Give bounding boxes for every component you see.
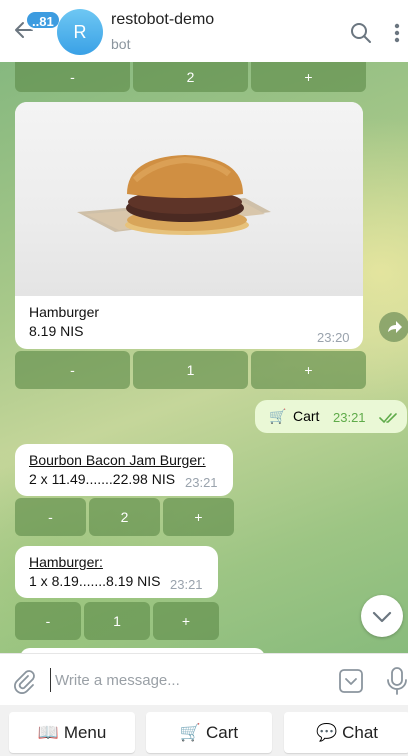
quantity-button[interactable]: 1 (133, 351, 248, 389)
share-icon (388, 321, 402, 333)
bot-keyboard-toggle[interactable] (338, 668, 364, 694)
decrease-button[interactable]: - (15, 498, 86, 536)
quantity-button[interactable]: 2 (133, 62, 248, 92)
book-icon: 📖 (37, 722, 59, 742)
voice-button[interactable] (386, 666, 408, 696)
cart-button[interactable]: 🛒 Cart (146, 712, 272, 753)
chat-button[interactable]: 💬 Chat (284, 712, 408, 753)
message-time: 23:20 (317, 330, 350, 345)
cart-item-message[interactable]: Bourbon Bacon Jam Burger: 2 x 11.49.....… (15, 444, 233, 496)
cart-icon: 🛒 (179, 722, 202, 742)
inline-keyboard-top: - 2 + (15, 62, 366, 92)
menu-button[interactable]: 📖 Menu (9, 712, 135, 753)
increase-button[interactable]: + (251, 351, 366, 389)
chat-subtitle: bot (111, 36, 131, 52)
message-composer (0, 653, 408, 705)
search-button[interactable] (348, 20, 374, 46)
attach-button[interactable] (11, 668, 37, 694)
inline-keyboard-item-1: - 2 + (15, 498, 234, 536)
cart-emoji-icon: 🛒 (269, 408, 287, 424)
unread-badge: ..81 (25, 10, 61, 30)
search-icon (351, 23, 371, 43)
more-vertical-icon (394, 23, 400, 43)
message-time: 23:21 (185, 475, 218, 490)
chat-title[interactable]: restobot-demo (111, 11, 214, 29)
chat-area[interactable]: - 2 + Hamburger 8.19 NIS 23:20 - 1 + 🛒 C… (0, 62, 408, 653)
quantity-button[interactable]: 2 (89, 498, 160, 536)
cart-item-title: Bourbon Bacon Jam Burger: (29, 452, 206, 468)
avatar[interactable]: R (57, 9, 103, 55)
message-time: 23:21 (333, 410, 366, 425)
product-price: 8.19 NIS (29, 323, 84, 339)
cart-item-detail: 1 x 8.19.......8.19 NIS (29, 573, 161, 589)
message-input[interactable] (50, 668, 330, 692)
chat-header: ..81 R restobot-demo bot (0, 0, 408, 62)
forward-button[interactable] (379, 312, 408, 342)
product-card[interactable]: Hamburger 8.19 NIS 23:20 (15, 102, 363, 349)
increase-button[interactable]: + (153, 602, 219, 640)
cart-item-title: Hamburger: (29, 554, 103, 570)
cart-button-label: Cart (206, 722, 239, 742)
more-menu-button[interactable] (389, 20, 405, 46)
message-time: 23:21 (170, 577, 203, 592)
inline-keyboard-item-2: - 1 + (15, 602, 219, 640)
bot-reply-keyboard: 📖 Menu 🛒 Cart 💬 Chat (0, 705, 408, 756)
product-name: Hamburger (29, 304, 100, 320)
quantity-button[interactable]: 1 (84, 602, 150, 640)
speech-bubble-icon: 💬 (315, 722, 338, 742)
cart-item-detail: 2 x 11.49.......22.98 NIS (29, 471, 176, 487)
hamburger-image (77, 155, 271, 235)
keyboard-toggle-icon (339, 669, 363, 693)
decrease-button[interactable]: - (15, 62, 130, 92)
increase-button[interactable]: + (251, 62, 366, 92)
scroll-down-button[interactable] (361, 595, 403, 637)
hamburger-photo[interactable] (15, 102, 363, 296)
inline-keyboard-hamburger: - 1 + (15, 351, 366, 389)
decrease-button[interactable]: - (15, 602, 81, 640)
menu-button-label: Menu (63, 722, 107, 742)
decrease-button[interactable]: - (15, 351, 130, 389)
chevron-down-icon (372, 611, 392, 623)
cart-item-message[interactable]: Hamburger: 1 x 8.19.......8.19 NIS 23:21 (15, 546, 218, 598)
message-text: Cart (293, 408, 320, 424)
chat-button-label: Chat (342, 722, 379, 742)
outgoing-message[interactable]: 🛒 Cart 23:21 (255, 400, 407, 433)
paperclip-icon (14, 670, 35, 694)
double-check-icon (379, 413, 397, 424)
increase-button[interactable]: + (163, 498, 234, 536)
microphone-icon (387, 667, 407, 695)
